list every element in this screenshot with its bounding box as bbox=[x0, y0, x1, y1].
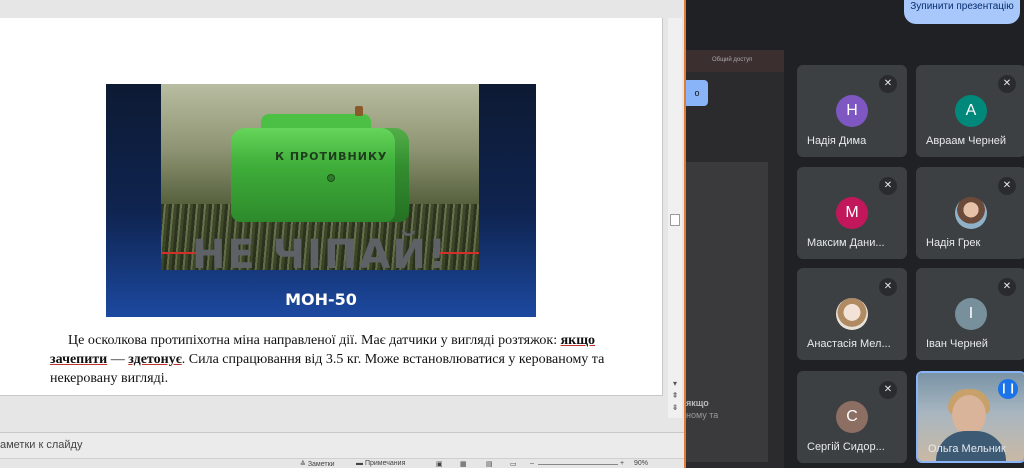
participant-name: Іван Черней bbox=[926, 338, 988, 350]
participant-tile[interactable]: ✕ М Максим Дани... bbox=[797, 167, 907, 259]
caption-text-1: Це осколкова протипіхотна міна направлен… bbox=[68, 333, 561, 348]
mic-off-icon: ✕ bbox=[998, 75, 1016, 93]
slide-canvas[interactable]: К ПРОТИВНИКУ НЕ ЧІПАЙ! МОН-50 Це осколко… bbox=[0, 18, 663, 396]
vertical-scrollbar[interactable]: ▾ ⇞ ⇟ bbox=[668, 18, 682, 418]
banner-code: МОН-50 bbox=[285, 290, 357, 309]
caption-text-2: — bbox=[107, 352, 129, 367]
slide-banner-image: К ПРОТИВНИКУ НЕ ЧІПАЙ! МОН-50 bbox=[106, 84, 536, 317]
notes-toggle[interactable]: ≙ Заметки bbox=[300, 460, 335, 468]
preview-snippet-1: якщо bbox=[686, 398, 709, 408]
next-slide-icon[interactable]: ⇟ bbox=[671, 404, 679, 412]
meeting-panel: Зупинити презентацію Общий доступ о якщо… bbox=[686, 0, 1024, 468]
participant-tile[interactable]: ✕ Н Надія Дима bbox=[797, 65, 907, 157]
slide-caption[interactable]: Це осколкова протипіхотна міна направлен… bbox=[50, 331, 630, 388]
editor-top-strip bbox=[0, 0, 684, 18]
participant-tile[interactable]: ✕ А Авраам Черней bbox=[916, 65, 1024, 157]
participant-tile[interactable]: ✕ Анастасія Мел... bbox=[797, 268, 907, 360]
notes-placeholder: аметки к слайду bbox=[0, 439, 83, 451]
reading-view-icon[interactable]: ▤ bbox=[486, 460, 493, 468]
zoom-level[interactable]: 90% bbox=[634, 460, 648, 467]
avatar: М bbox=[836, 197, 868, 229]
normal-view-icon[interactable]: ▣ bbox=[436, 460, 443, 468]
prev-slide-icon[interactable]: ⇞ bbox=[671, 392, 679, 400]
presentation-editor: К ПРОТИВНИКУ НЕ ЧІПАЙ! МОН-50 Це осколко… bbox=[0, 0, 684, 468]
zoom-in-icon[interactable]: + bbox=[620, 460, 624, 467]
zoom-out-icon[interactable]: – bbox=[530, 460, 534, 467]
comments-toggle[interactable]: ▬ Примечания bbox=[356, 460, 405, 467]
sorter-view-icon[interactable]: ▦ bbox=[460, 460, 467, 468]
mine-body bbox=[231, 128, 409, 222]
avatar: С bbox=[836, 401, 868, 433]
mine-bolt bbox=[327, 174, 335, 182]
mine-stamp-text: К ПРОТИВНИКУ bbox=[275, 150, 388, 163]
mic-off-icon: ✕ bbox=[879, 75, 897, 93]
scroll-thumb[interactable] bbox=[670, 214, 680, 226]
mine-object: К ПРОТИВНИКУ bbox=[231, 106, 409, 222]
slide-notes-pane[interactable]: аметки к слайду bbox=[0, 432, 684, 458]
stop-presenting-button[interactable]: Зупинити презентацію bbox=[904, 0, 1020, 24]
video-face bbox=[952, 395, 986, 435]
avatar-photo bbox=[955, 197, 987, 229]
participant-tile[interactable]: ✕ І Іван Черней bbox=[916, 268, 1024, 360]
caption-bold-2: здетонує bbox=[128, 352, 182, 367]
screen: К ПРОТИВНИКУ НЕ ЧІПАЙ! МОН-50 Це осколко… bbox=[0, 0, 1024, 468]
scroll-down-icon[interactable]: ▾ bbox=[671, 380, 679, 388]
preview-button: о bbox=[686, 80, 708, 106]
participant-tile[interactable]: ✕ Надія Грек bbox=[916, 167, 1024, 259]
avatar-photo bbox=[836, 298, 868, 330]
participant-name: Анастасія Мел... bbox=[807, 338, 891, 350]
zoom-slider[interactable] bbox=[538, 464, 618, 465]
mic-off-icon: ✕ bbox=[879, 381, 897, 399]
avatar: І bbox=[955, 298, 987, 330]
mic-off-icon: ✕ bbox=[998, 278, 1016, 296]
status-bar: ≙ Заметки ▬ Примечания ▣ ▦ ▤ ▭ – + 90% bbox=[0, 458, 684, 468]
participant-name: Надія Грек bbox=[926, 237, 981, 249]
mine-fuse bbox=[355, 106, 363, 116]
speaking-indicator-icon: ❙❙ bbox=[998, 379, 1018, 399]
banner-slogan: НЕ ЧІПАЙ! bbox=[191, 232, 449, 278]
participant-name: Максим Дани... bbox=[807, 237, 885, 249]
mic-off-icon: ✕ bbox=[879, 177, 897, 195]
slideshow-icon[interactable]: ▭ bbox=[510, 460, 517, 468]
preview-titlebar: Общий доступ bbox=[686, 50, 784, 72]
participant-name: Надія Дима bbox=[807, 135, 867, 147]
participant-tile-active[interactable]: ❙❙ Ольга Мельник bbox=[916, 371, 1024, 463]
avatar: Н bbox=[836, 95, 868, 127]
shared-screen-preview: Общий доступ о якщо ному та bbox=[686, 50, 784, 468]
participant-tile[interactable]: ✕ С Сергій Сидор... bbox=[797, 371, 907, 463]
avatar: А bbox=[955, 95, 987, 127]
participant-name: Ольга Мельник bbox=[928, 443, 1006, 455]
participant-name: Авраам Черней bbox=[926, 135, 1007, 147]
preview-snippet-2: ному та bbox=[686, 410, 719, 420]
participant-name: Сергій Сидор... bbox=[807, 441, 885, 453]
mic-off-icon: ✕ bbox=[879, 278, 897, 296]
mic-off-icon: ✕ bbox=[998, 177, 1016, 195]
